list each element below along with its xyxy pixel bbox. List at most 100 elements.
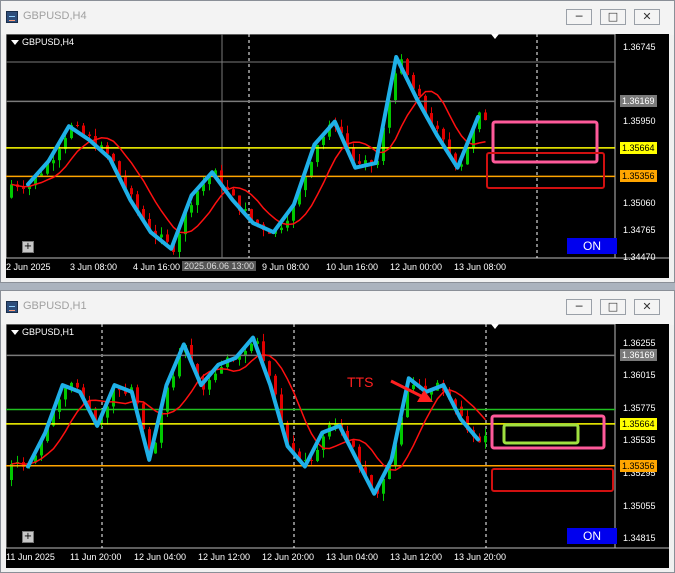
candle-body	[412, 384, 415, 390]
close-button[interactable]: ✕	[634, 9, 660, 25]
chart-window-icon	[6, 301, 18, 313]
candle-body	[466, 148, 469, 165]
candle-body	[310, 459, 313, 461]
chart-window-h4[interactable]: GBPUSD,H4 ─ □ ✕ GBPUSD,H4 + ON 2 Jun 202…	[0, 0, 675, 283]
candle-body	[190, 205, 193, 213]
candle-body	[130, 188, 133, 195]
price-tick-label: 1.34470	[623, 252, 656, 262]
time-tick-label: 12 Jun 12:00	[198, 552, 251, 562]
price-tick-label: 1.35775	[623, 402, 656, 413]
candle-body	[274, 375, 277, 395]
plot-frame	[6, 324, 616, 549]
window-titlebar[interactable]: GBPUSD,H4 ─ □ ✕	[1, 1, 674, 35]
shift-marker-icon[interactable]	[491, 34, 499, 39]
candle-body	[160, 234, 163, 238]
window-title: GBPUSD,H4	[23, 10, 87, 22]
price-level-badge: 1.36169	[620, 349, 657, 362]
candle-body	[268, 361, 271, 376]
crosshair-time-badge: 2025.06.06 13:00	[182, 261, 257, 271]
candle-body	[280, 227, 283, 231]
price-tick-label: 1.34765	[623, 224, 656, 235]
candle-body	[172, 376, 175, 388]
minimize-button[interactable]: ─	[566, 299, 592, 315]
chart-window-h1[interactable]: GBPUSD,H1 ─ □ ✕ GBPUSD,H1 TTS + ON 11 Ju…	[0, 290, 675, 573]
candle-body	[64, 387, 67, 400]
symbol-label: GBPUSD,H1	[22, 327, 75, 337]
time-tick-label: 12 Jun 04:00	[134, 552, 187, 562]
price-chart-h1[interactable]: GBPUSD,H1 TTS + ON 11 Jun 2025 11 Jun 20…	[6, 324, 669, 568]
tts-annotation[interactable]: TTS	[347, 374, 373, 390]
shift-marker-icon[interactable]	[491, 324, 499, 329]
chart-menu-arrow-icon[interactable]	[11, 330, 19, 335]
candle-body	[208, 380, 211, 390]
candle-body	[76, 124, 79, 126]
time-tick-label: 13 Jun 04:00	[326, 552, 379, 562]
close-button[interactable]: ✕	[634, 299, 660, 315]
support-zone-box[interactable]	[486, 152, 605, 189]
time-tick-label: 12 Jun 00:00	[390, 262, 443, 272]
time-tick-label: 10 Jun 16:00	[326, 262, 379, 272]
minimize-button[interactable]: ─	[566, 9, 592, 25]
time-tick-label: 9 Jun 08:00	[262, 262, 310, 272]
plus-icon[interactable]: +	[22, 241, 34, 253]
time-tick-label: 13 Jun 12:00	[390, 552, 443, 562]
support-zone-box[interactable]	[491, 468, 614, 492]
candle-body	[178, 234, 181, 252]
price-level-badge: 1.35356	[620, 170, 657, 183]
symbol-label: GBPUSD,H4	[22, 37, 75, 47]
candle-body	[142, 403, 145, 430]
plus-icon[interactable]: +	[22, 531, 34, 543]
time-tick-label: 3 Jun 08:00	[70, 262, 118, 272]
entry-zone-box[interactable]	[502, 423, 580, 445]
chart-menu-arrow-icon[interactable]	[11, 40, 19, 45]
price-tick-label: 1.36015	[623, 370, 656, 381]
candle-body	[106, 145, 109, 154]
on-toggle-button[interactable]: ON	[567, 528, 617, 544]
time-tick-label: 13 Jun 08:00	[454, 262, 507, 272]
price-level-badge: 1.35356	[620, 459, 657, 472]
time-tick-label: 4 Jun 16:00	[133, 262, 181, 272]
price-level-badge: 1.35664	[620, 417, 657, 430]
price-chart-h4[interactable]: GBPUSD,H4 + ON 2 Jun 2025 3 Jun 08:00 4 …	[6, 34, 669, 278]
candle-body	[58, 149, 61, 161]
price-axis[interactable]: 1.36255 1.36015 1.35775 1.35535 1.35295 1.350…	[615, 324, 669, 568]
candle-body	[310, 162, 313, 177]
time-tick-label: 11 Jun 20:00	[70, 552, 122, 562]
candle-body	[394, 73, 397, 101]
maximize-button[interactable]: □	[600, 9, 626, 25]
candle-body	[40, 173, 43, 176]
on-toggle-button[interactable]: ON	[567, 238, 617, 254]
candle-body	[358, 161, 361, 164]
time-tick-label: 12 Jun 20:00	[262, 552, 315, 562]
candle-body	[442, 128, 445, 140]
candle-body	[214, 373, 217, 381]
price-tick-label: 1.34815	[623, 533, 656, 544]
price-axis[interactable]: 1.36745 1.35950 1.35060 1.34765 1.34470 1.361…	[615, 34, 669, 278]
candle-body	[88, 134, 91, 137]
candle-body	[196, 191, 199, 206]
candle-body	[10, 184, 13, 198]
time-tick-label: 2 Jun 2025	[6, 262, 51, 272]
time-axis: 2 Jun 2025 3 Jun 08:00 4 Jun 16:00 2025.…	[6, 258, 615, 278]
time-tick-label: 11 Jun 2025	[6, 552, 55, 562]
chart-window-icon	[6, 11, 18, 23]
candle-body	[352, 440, 355, 447]
drawn-trend-path[interactable]	[26, 55, 480, 251]
window-titlebar[interactable]: GBPUSD,H1 ─ □ ✕	[1, 291, 674, 325]
candle-body	[250, 343, 253, 352]
price-level-badge: 1.35664	[620, 141, 657, 154]
candle-body	[406, 59, 409, 75]
candle-body	[316, 449, 319, 461]
price-tick-label: 1.35055	[623, 500, 656, 511]
candle-body	[52, 160, 55, 164]
price-level-badge: 1.36169	[620, 95, 657, 108]
candle-body	[484, 112, 487, 121]
candle-body	[76, 382, 79, 388]
maximize-button[interactable]: □	[600, 299, 626, 315]
candle-body	[418, 88, 421, 96]
target-zone-box[interactable]	[491, 120, 599, 164]
time-tick-label: 13 Jun 20:00	[454, 552, 507, 562]
price-tick-label: 1.35535	[623, 435, 656, 446]
candles-group	[10, 333, 487, 501]
moving-average-line	[11, 353, 487, 471]
